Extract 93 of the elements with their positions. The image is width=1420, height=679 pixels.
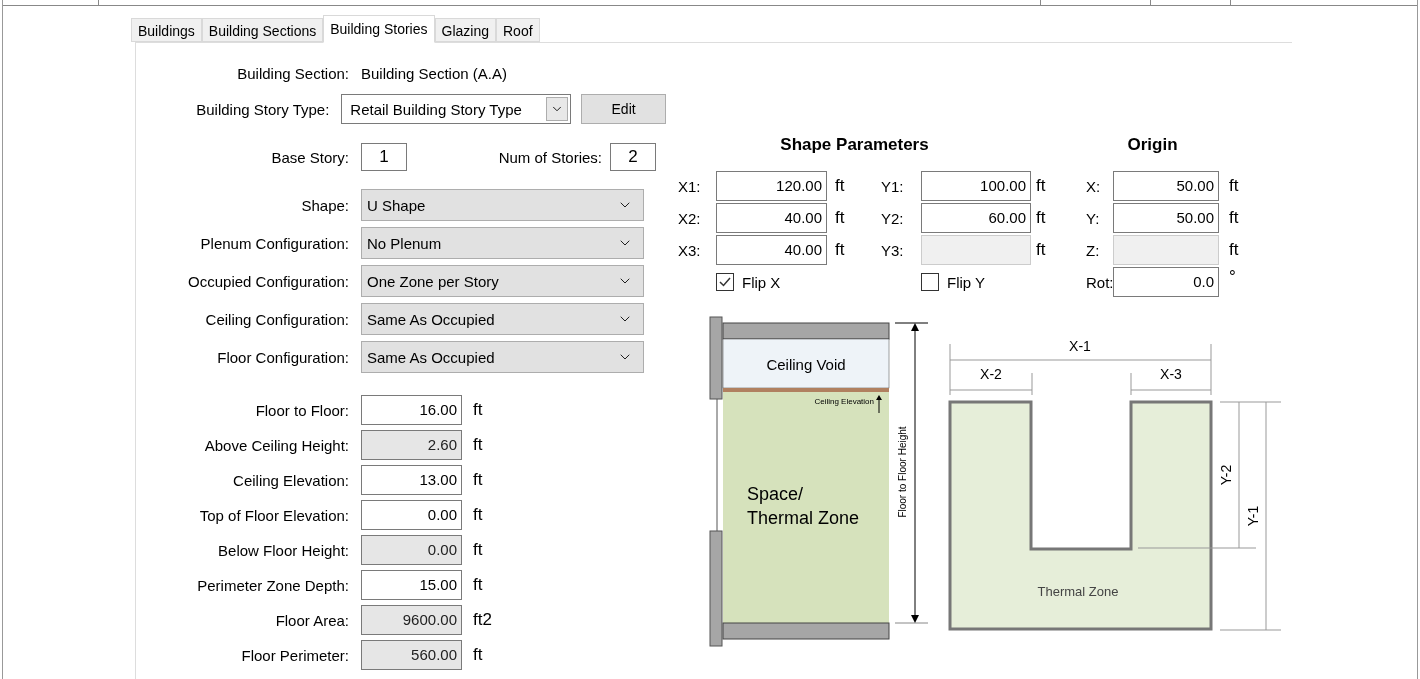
field-label: Floor to Floor:: [254, 401, 350, 419]
number-field[interactable]: 100.00: [921, 171, 1031, 201]
unit-label: ft: [1228, 208, 1240, 228]
unit-label: °: [1228, 267, 1237, 287]
field-label: Top of Floor Elevation:: [198, 506, 350, 524]
number-field[interactable]: 120.00: [716, 171, 827, 201]
stories-field[interactable]: 2: [610, 143, 656, 171]
number-field[interactable]: 40.00: [716, 235, 827, 265]
unit-label: ft: [1035, 176, 1047, 196]
field-label: X3:: [678, 241, 701, 259]
dimension-label: Y-2: [1218, 464, 1234, 486]
field-label: Z:: [1086, 241, 1100, 259]
field-label: X:: [1086, 177, 1101, 195]
number-field[interactable]: 40.00: [716, 203, 827, 233]
dimension-label: X-1: [1069, 338, 1091, 354]
edit-button[interactable]: Edit: [581, 94, 666, 124]
field-label: Floor Configuration:: [216, 348, 350, 366]
story-type-dropdown[interactable]: Retail Building Story Type: [341, 94, 572, 124]
checkbox-label: Flip X: [742, 273, 781, 291]
field-label: Occupied Configuration:: [187, 272, 350, 290]
checkbox-label: Flip Y: [947, 273, 986, 291]
field-label: X1:: [678, 177, 701, 195]
number-field[interactable]: 15.00: [361, 570, 462, 600]
diagram-label: Ceiling Elevation: [814, 397, 874, 406]
tab[interactable]: Building Stories: [323, 15, 435, 43]
tab[interactable]: Roof: [496, 18, 540, 42]
field-label: Below Floor Height:: [217, 541, 350, 559]
number-field[interactable]: 0.0: [1113, 267, 1219, 297]
field-label: Floor Perimeter:: [240, 646, 350, 664]
arrow-icon: [876, 395, 882, 414]
base-story-field[interactable]: 1: [361, 143, 407, 171]
field-label: Building Story Type:: [195, 100, 331, 118]
unit-label: ft: [1035, 208, 1047, 228]
field-label: Perimeter Zone Depth:: [196, 576, 350, 594]
diagram-label: Thermal Zone: [1037, 584, 1119, 599]
field-label: Base Story:: [270, 148, 350, 166]
tab[interactable]: Buildings: [131, 18, 202, 42]
section-heading: Origin: [1126, 134, 1179, 155]
tab[interactable]: Glazing: [434, 18, 496, 42]
diagram-label: Space/ Thermal Zone: [747, 484, 860, 528]
select-field[interactable]: No Plenum: [361, 227, 644, 259]
field-label: Y2:: [881, 209, 904, 227]
number-field[interactable]: 13.00: [361, 465, 462, 495]
field-label: Above Ceiling Height:: [203, 436, 350, 454]
unit-label: ft: [473, 645, 483, 665]
unit-label: ft: [834, 240, 846, 260]
unit-label: ft: [473, 575, 483, 595]
field-label: Y3:: [881, 241, 904, 259]
unit-label: ft2: [473, 610, 492, 630]
field-label: Shape:: [300, 196, 350, 214]
field-label: Ceiling Configuration:: [204, 310, 350, 328]
select-field[interactable]: U Shape: [361, 189, 644, 221]
number-field[interactable]: 16.00: [361, 395, 462, 425]
number-field[interactable]: 60.00: [921, 203, 1031, 233]
unit-label: ft: [473, 505, 483, 525]
select-field[interactable]: Same As Occupied: [361, 341, 644, 373]
unit-label: ft: [473, 400, 483, 420]
select-field[interactable]: One Zone per Story: [361, 265, 644, 297]
number-field[interactable]: 0.00: [361, 500, 462, 530]
tab[interactable]: Building Sections: [201, 18, 324, 42]
checkbox[interactable]: [716, 273, 734, 291]
number-field[interactable]: 2.60: [361, 430, 462, 460]
unit-label: ft: [1228, 240, 1240, 260]
section-heading: Shape Parameters: [779, 134, 930, 155]
unit-label: ft: [1035, 240, 1047, 260]
number-field[interactable]: 0.00: [361, 535, 462, 565]
dimension-label: Y-1: [1245, 505, 1261, 527]
checkbox[interactable]: [921, 273, 939, 291]
number-field[interactable]: 560.00: [361, 640, 462, 670]
unit-label: ft: [473, 540, 483, 560]
unit-label: ft: [473, 470, 483, 490]
unit-label: ft: [834, 176, 846, 196]
select-field[interactable]: Same As Occupied: [361, 303, 644, 335]
field-label: Plenum Configuration:: [199, 234, 350, 252]
field-label: Y1:: [881, 177, 904, 195]
number-field[interactable]: 50.00: [1113, 171, 1219, 201]
diagram-label: Ceiling Void: [766, 356, 846, 373]
dimension-label: X-2: [980, 366, 1002, 382]
field-label: Num of Stories:: [498, 148, 602, 166]
unit-label: ft: [473, 435, 483, 455]
field-label: Rot:: [1086, 273, 1114, 291]
unit-label: ft: [834, 208, 846, 228]
number-field[interactable]: 50.00: [1113, 203, 1219, 233]
unit-label: ft: [1228, 176, 1240, 196]
field-label: Y:: [1086, 209, 1100, 227]
field-label: Floor Area:: [274, 611, 350, 629]
building-section-value: Building Section (A.A): [361, 64, 507, 82]
field-label: X2:: [678, 209, 701, 227]
number-field[interactable]: 9600.00: [361, 605, 462, 635]
field-label: Ceiling Elevation:: [232, 471, 350, 489]
field-label: Building Section:: [236, 64, 350, 82]
diagram-label: Floor to Floor Height: [897, 426, 908, 518]
dimension-label: X-3: [1160, 366, 1182, 382]
